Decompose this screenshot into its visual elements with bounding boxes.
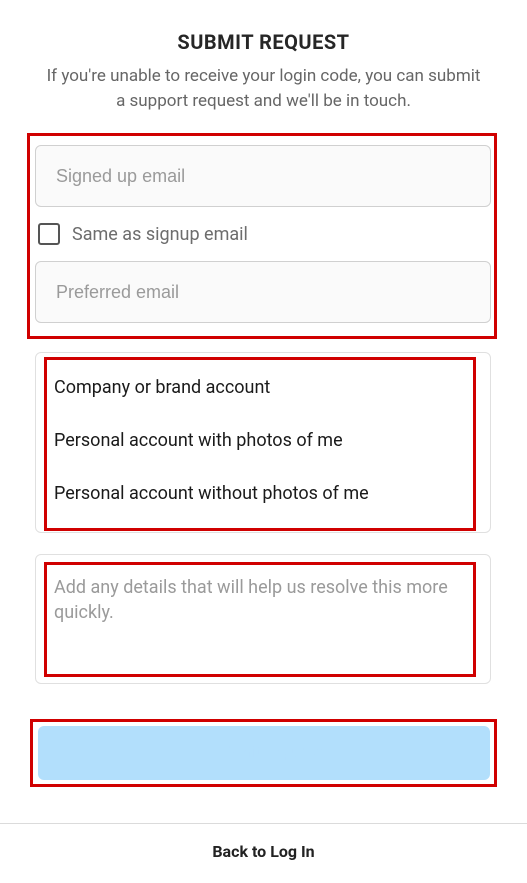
header: SUBMIT REQUEST If you're unable to recei…: [0, 0, 527, 123]
footer: Back to Log In: [0, 823, 527, 883]
details-section: [35, 554, 491, 684]
preferred-email-wrapper[interactable]: [35, 261, 491, 323]
account-type-section: Company or brand account Personal accoun…: [35, 352, 491, 533]
same-as-signup-row[interactable]: Same as signup email: [38, 223, 491, 245]
back-to-login-link[interactable]: Back to Log In: [212, 842, 314, 861]
account-type-personal-with-photos[interactable]: Personal account with photos of me: [36, 414, 490, 467]
page-title: SUBMIT REQUEST: [40, 30, 487, 54]
submit-button[interactable]: Submit request: [38, 726, 490, 780]
email-section: Same as signup email: [35, 145, 491, 323]
submit-request-screen: SUBMIT REQUEST If you're unable to recei…: [0, 0, 527, 883]
same-as-signup-label: Same as signup email: [72, 224, 248, 245]
account-type-personal-without-photos[interactable]: Personal account without photos of me: [36, 467, 490, 520]
details-textarea[interactable]: [48, 567, 478, 667]
account-type-company[interactable]: Company or brand account: [36, 361, 490, 414]
same-as-signup-checkbox[interactable]: [38, 223, 60, 245]
signed-up-email-input[interactable]: [56, 166, 470, 187]
preferred-email-input[interactable]: [56, 282, 470, 303]
page-subtitle: If you're unable to receive your login c…: [40, 64, 487, 113]
signed-up-email-wrapper[interactable]: [35, 145, 491, 207]
